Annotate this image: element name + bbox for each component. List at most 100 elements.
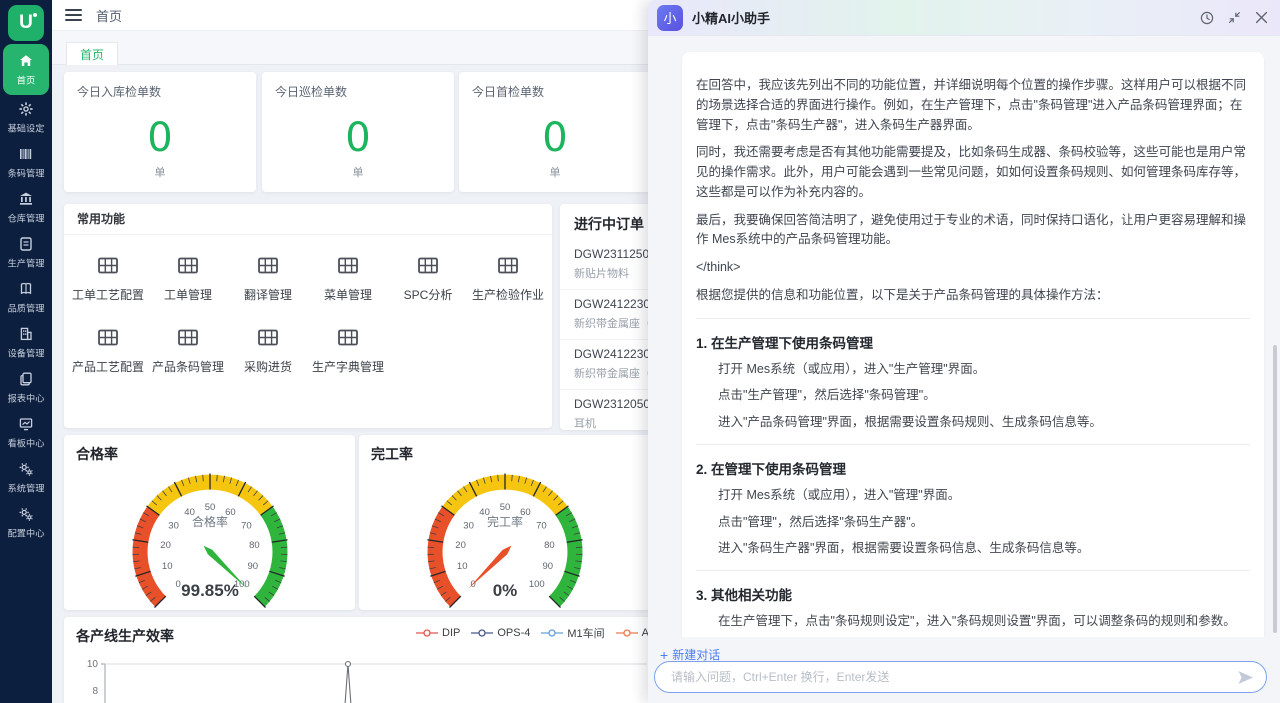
close-icon[interactable]	[1252, 9, 1270, 27]
section-divider	[696, 570, 1250, 571]
stat-value: 0	[262, 118, 454, 158]
collapse-icon[interactable]	[1225, 9, 1243, 27]
section-line: 打开 Mes系统（或应用），进入"生产管理"界面。	[696, 360, 1250, 379]
chat-input-box	[654, 661, 1267, 693]
quick-item[interactable]: 采购进货	[228, 329, 308, 375]
svg-text:10: 10	[457, 561, 468, 572]
svg-text:30: 30	[463, 521, 474, 532]
sidebar-item-label: 品质管理	[8, 300, 45, 314]
quick-item-label: SPC分析	[404, 286, 453, 303]
legend-item-ops-4[interactable]: OPS-4	[471, 627, 530, 639]
completion-rate-card: 完工率 0102030405060708090100完工率0%	[359, 435, 651, 610]
quick-panel-title: 常用功能	[64, 204, 552, 235]
quick-grid: 工单工艺配置工单管理 翻译管理 菜单管理 SPC分析 生产检验作业产品工艺配置产品条码管…	[64, 235, 552, 375]
svg-text:10: 10	[87, 659, 99, 670]
quick-item-label: 产品条码管理	[152, 358, 224, 375]
thinking-paragraph: 同时，我还需要考虑是否有其他功能需要提及，比如条码生成器、条码校验等，这些可能也…	[696, 143, 1250, 202]
quick-item[interactable]: SPC分析	[388, 257, 468, 303]
home-icon	[18, 53, 34, 69]
svg-text:0%: 0%	[493, 581, 518, 600]
table-icon	[98, 257, 118, 277]
sidebar-item-label: 仓库管理	[8, 210, 45, 224]
legend-item-dip[interactable]: DIP	[416, 627, 460, 639]
building-icon	[18, 326, 34, 342]
quick-item[interactable]: 菜单管理	[308, 257, 388, 303]
quick-item[interactable]: 翻译管理	[228, 257, 308, 303]
table-icon	[338, 329, 358, 349]
answer-intro: 根据您提供的信息和功能位置，以下是关于产品条码管理的具体操作方法：	[696, 286, 1250, 306]
pass-rate-card: 合格率 0102030405060708090100合格率99.85%	[64, 435, 355, 610]
send-icon[interactable]	[1232, 664, 1258, 690]
quick-item[interactable]: 产品条码管理	[148, 329, 228, 375]
app-root: U 首页基础设定条码管理仓库管理生产管理品质管理设备管理报表中心看板中心系统管理…	[0, 0, 1280, 703]
sidebar-item-home[interactable]: 首页	[3, 44, 49, 95]
table-icon	[498, 257, 518, 277]
svg-text:20: 20	[160, 540, 171, 551]
ai-panel-header: 小 小精AI小助手	[648, 0, 1280, 36]
sidebar-item-barcode[interactable]: 条码管理	[0, 140, 52, 185]
sidebar-item-label: 条码管理	[8, 165, 45, 179]
quick-item-label: 翻译管理	[244, 286, 292, 303]
quick-item[interactable]: 生产检验作业	[468, 257, 548, 303]
pass-rate-title: 合格率	[64, 435, 355, 464]
stat-title: 今日入库检单数	[64, 72, 256, 100]
ai-panel-title: 小精AI小助手	[692, 8, 770, 27]
board-icon	[18, 416, 34, 432]
quick-item[interactable]: 产品工艺配置	[68, 329, 148, 375]
section-divider	[696, 318, 1250, 319]
plus-icon: +	[660, 649, 668, 661]
quick-functions-panel: 常用功能 工单工艺配置工单管理 翻译管理 菜单管理 SPC分析 生产检验作业产品工艺配置…	[64, 204, 552, 428]
sidebar-item-label: 设备管理	[8, 345, 45, 359]
ai-assistant-panel: 小 小精AI小助手 · ··在回答中，我应该先列出不同的功能位置，并详细说明每个…	[648, 0, 1280, 703]
ai-avatar: 小	[657, 5, 683, 31]
sidebar-item-doc[interactable]: 生产管理	[0, 230, 52, 275]
gears-icon	[18, 461, 34, 477]
svg-text:100: 100	[529, 579, 545, 590]
svg-text:99.85%: 99.85%	[181, 581, 239, 600]
sidebar-item-label: 报表中心	[8, 390, 45, 404]
sidebar-item-bank[interactable]: 仓库管理	[0, 185, 52, 230]
svg-text:30: 30	[168, 521, 179, 532]
history-icon[interactable]	[1198, 9, 1216, 27]
svg-text:90: 90	[543, 561, 554, 572]
quick-item[interactable]: 工单管理	[148, 257, 228, 303]
quick-item-label: 采购进货	[244, 358, 292, 375]
svg-text:80: 80	[249, 540, 260, 551]
table-icon	[338, 257, 358, 277]
table-icon	[258, 257, 278, 277]
stat-title: 今日首检单数	[459, 72, 651, 100]
quick-item-label: 生产检验作业	[472, 286, 544, 303]
ai-message-area[interactable]: · ··在回答中，我应该先列出不同的功能位置，并详细说明每个位置的操作步骤。这样…	[648, 36, 1280, 637]
sidebar-item-gear[interactable]: 基础设定	[0, 95, 52, 140]
breadcrumb: 首页	[96, 6, 122, 25]
svg-text:70: 70	[241, 521, 252, 532]
section-heading: 1. 在生产管理下使用条码管理	[696, 332, 1250, 352]
gears-icon	[18, 506, 34, 522]
stat-unit: 单	[459, 164, 651, 180]
thinking-paragraph: 最后，我要确保回答简洁明了，避免使用过于专业的术语，同时保持口语化，让用户更容易…	[696, 211, 1250, 251]
sidebar-item-building[interactable]: 设备管理	[0, 320, 52, 365]
sidebar-item-gears[interactable]: 系统管理	[0, 455, 52, 500]
chat-input[interactable]	[669, 669, 1232, 685]
stat-card-first-inspect: 今日首检单数 0 单	[459, 72, 651, 192]
ai-message-card: · ··在回答中，我应该先列出不同的功能位置，并详细说明每个位置的操作步骤。这样…	[682, 52, 1264, 637]
svg-text:50: 50	[500, 502, 511, 513]
sidebar-item-gears[interactable]: 配置中心	[0, 500, 52, 545]
chat-scrollbar[interactable]	[1273, 345, 1277, 633]
barcode-icon	[18, 146, 34, 162]
legend-item-m1-[interactable]: M1车间	[541, 625, 604, 641]
sidebar-item-copydoc[interactable]: 报表中心	[0, 365, 52, 410]
sidebar-item-book[interactable]: 品质管理	[0, 275, 52, 320]
app-logo[interactable]: U	[8, 5, 44, 41]
tab-home[interactable]: 首页	[66, 42, 118, 65]
quick-item-label: 工单管理	[164, 286, 212, 303]
hamburger-icon[interactable]	[65, 6, 82, 24]
completion-rate-title: 完工率	[359, 435, 651, 464]
svg-text:90: 90	[247, 561, 258, 572]
quick-item[interactable]: 生产字典管理	[308, 329, 388, 375]
bank-icon	[18, 191, 34, 207]
quick-item[interactable]: 工单工艺配置	[68, 257, 148, 303]
quick-item-label: 菜单管理	[324, 286, 372, 303]
sidebar-menu: 首页基础设定条码管理仓库管理生产管理品质管理设备管理报表中心看板中心系统管理配置…	[0, 44, 52, 545]
sidebar-item-board[interactable]: 看板中心	[0, 410, 52, 455]
